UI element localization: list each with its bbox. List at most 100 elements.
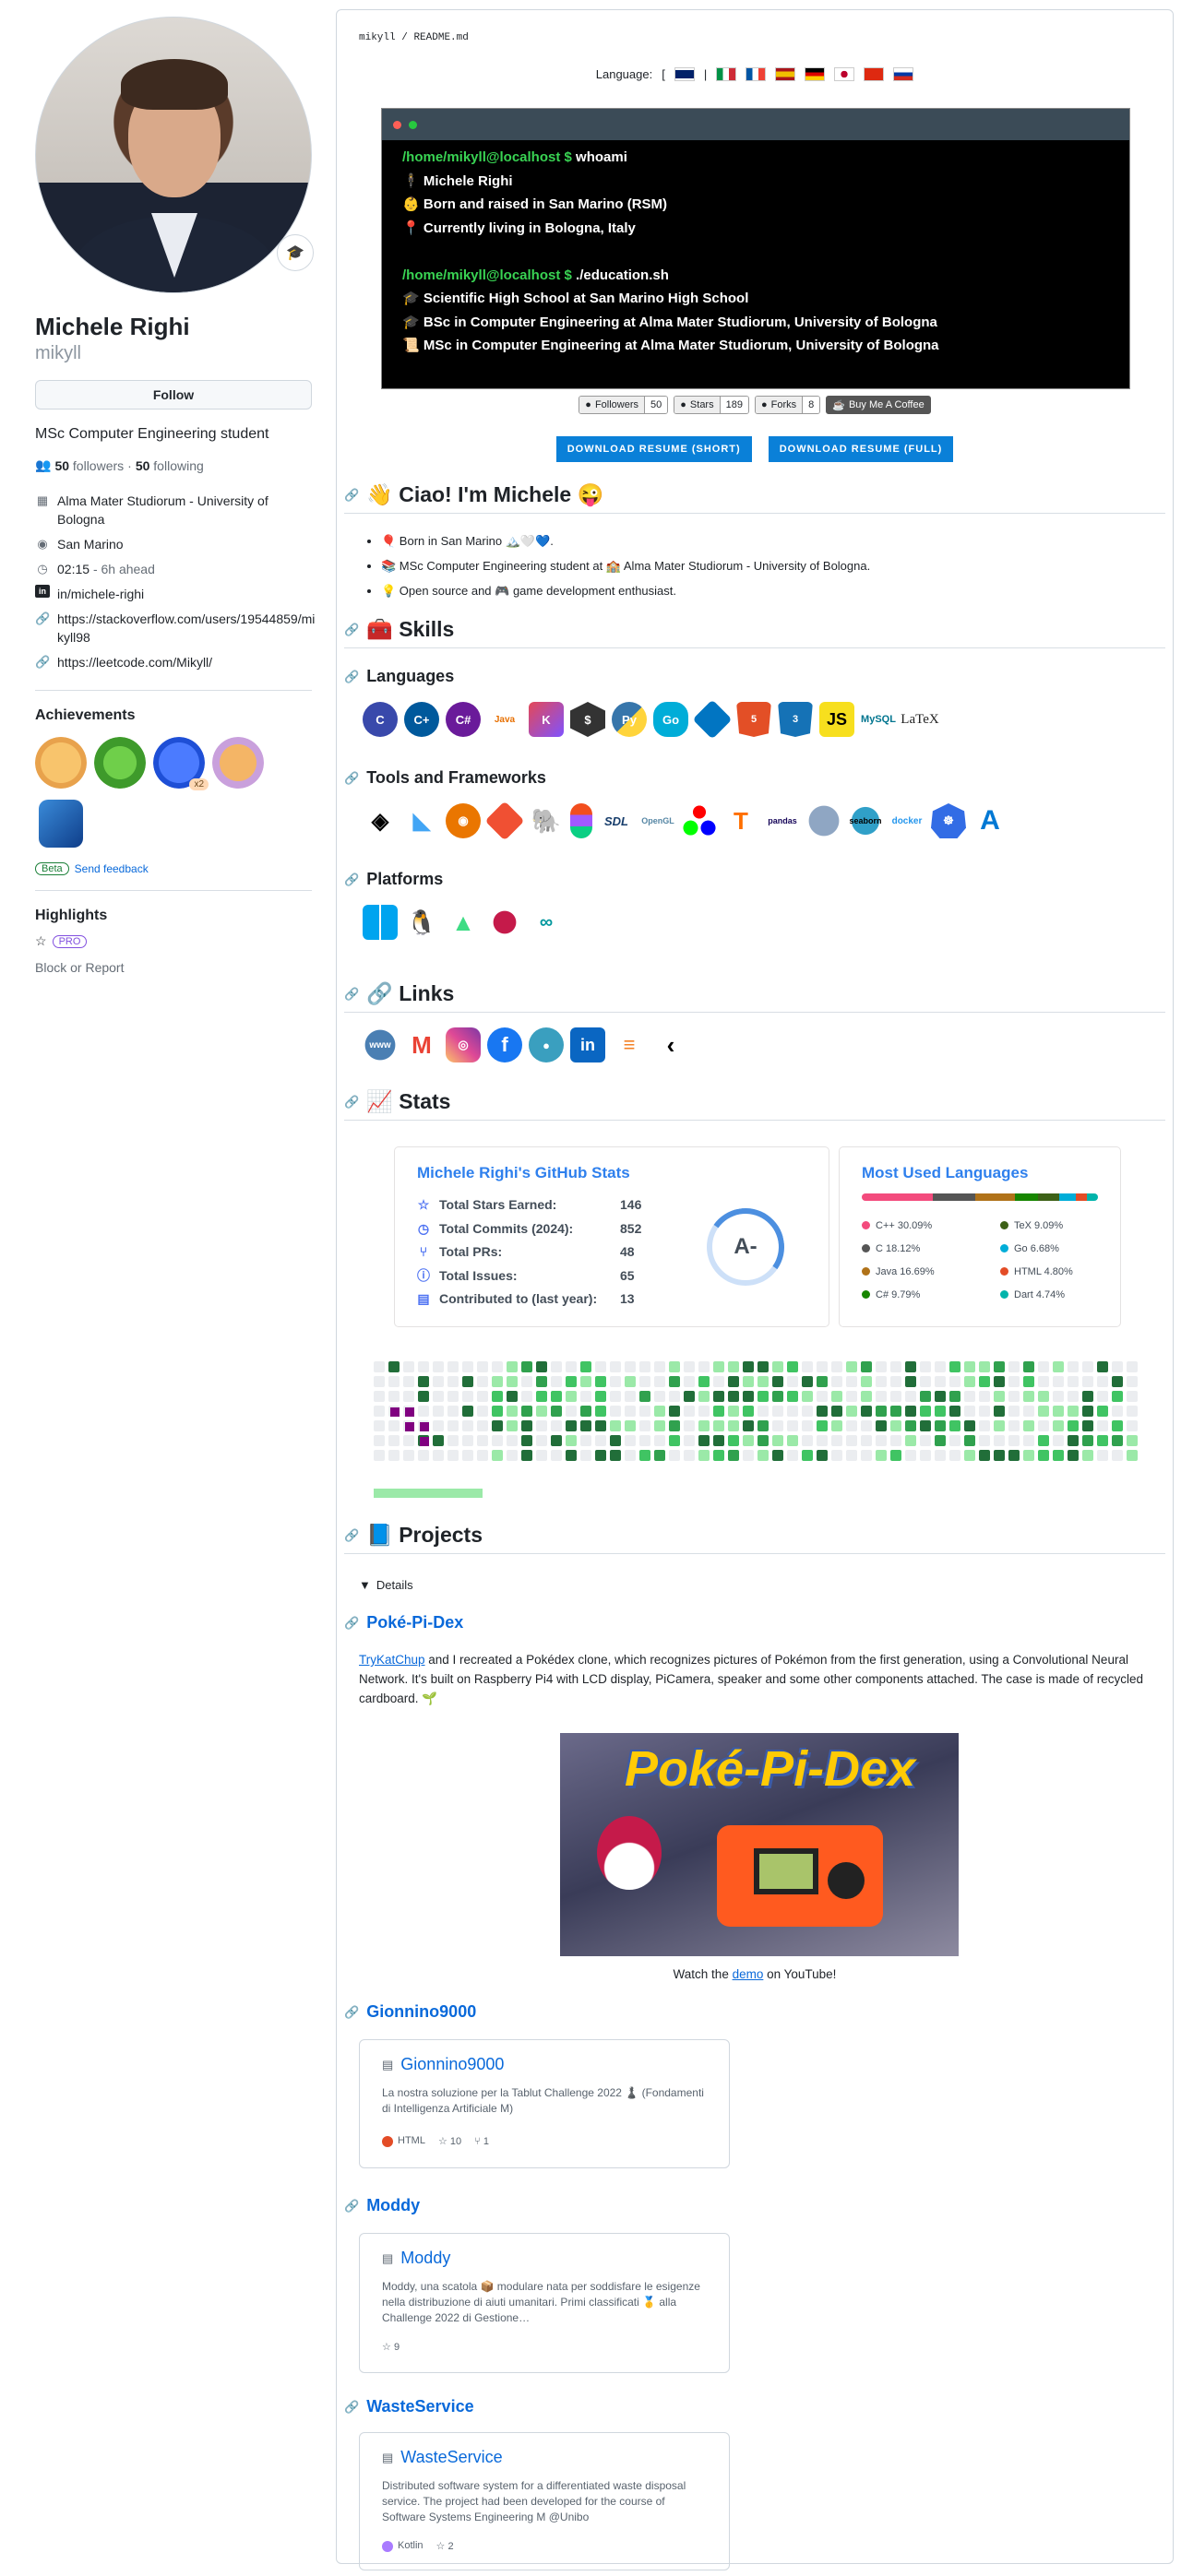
flag-jp-icon[interactable] xyxy=(834,67,855,81)
followers-shield[interactable]: ● Followers 50 xyxy=(579,396,669,414)
anchor-link-icon[interactable]: 🔗 xyxy=(344,1528,359,1543)
achievement-badge-arctic[interactable] xyxy=(39,800,83,848)
contribution-cell xyxy=(920,1406,931,1417)
instagram-icon[interactable]: ◎ xyxy=(446,1027,481,1062)
tensorflow-icon: T xyxy=(723,803,758,838)
anchor-link-icon[interactable]: 🔗 xyxy=(344,1095,359,1110)
tools-icons: ◈ ◣ ◉ 🐘 SDL OpenGL T pandas seaborn dock… xyxy=(363,801,1008,841)
contribution-cell xyxy=(1082,1420,1093,1431)
repo-name[interactable]: Gionnino9000 xyxy=(400,2055,504,2074)
contribution-cell xyxy=(1008,1450,1020,1461)
anchor-link-icon[interactable]: 🔗 xyxy=(344,2400,359,2415)
repo-icon: ▤ xyxy=(382,2057,394,2071)
achievement-badge-starstruck[interactable]: x2 xyxy=(153,737,209,790)
buy-me-a-coffee-shield[interactable]: ☕ Buy Me A Coffee xyxy=(826,396,931,414)
contribution-cell xyxy=(639,1435,650,1446)
contribution-cell xyxy=(743,1391,754,1402)
close-dot-icon xyxy=(393,120,401,129)
repo-card-gionnino9000[interactable]: ▤ Gionnino9000 La nostra soluzione per la… xyxy=(359,2039,730,2168)
following-link[interactable]: 50 following xyxy=(136,458,204,473)
forks-shield[interactable]: ● Forks 8 xyxy=(754,396,821,414)
repo-name[interactable]: Moddy xyxy=(400,2249,450,2268)
anchor-link-icon[interactable]: 🔗 xyxy=(344,2199,359,2214)
star-icon: ☆ xyxy=(417,1197,430,1212)
contribution-cell xyxy=(610,1391,621,1402)
contribution-cell xyxy=(979,1361,990,1372)
linkedin-link-icon[interactable]: in xyxy=(570,1027,605,1062)
terminal-output: /home/mikyll@localhost $ whoami 🕴 Michel… xyxy=(402,149,939,353)
css3-icon: 3 xyxy=(778,702,813,737)
facebook-icon[interactable]: f xyxy=(487,1027,522,1062)
contribution-cell xyxy=(1112,1420,1123,1431)
dart-icon xyxy=(692,699,733,740)
download-resume-full-button[interactable]: DOWNLOAD RESUME (FULL) xyxy=(768,436,954,462)
pandas-icon: pandas xyxy=(765,803,800,838)
contribution-cell xyxy=(447,1406,459,1417)
contribution-cell xyxy=(831,1420,842,1431)
followers-link[interactable]: 50 followers xyxy=(54,458,124,473)
achievement-badge-yolo[interactable] xyxy=(212,737,264,789)
contribution-cell xyxy=(551,1406,562,1417)
flag-es-icon[interactable] xyxy=(775,67,796,81)
contribution-cell xyxy=(418,1406,429,1417)
vcard-link-leetcode[interactable]: 🔗 https://leetcode.com/Mikyll/ xyxy=(35,653,316,671)
anchor-link-icon[interactable]: 🔗 xyxy=(344,987,359,1002)
stars-shield[interactable]: ● Stars 189 xyxy=(674,396,749,414)
contribution-cell xyxy=(905,1361,916,1372)
anchor-link-icon[interactable]: 🔗 xyxy=(344,2005,359,2020)
contribution-cell xyxy=(787,1435,798,1446)
flag-uk-icon[interactable] xyxy=(674,67,695,81)
follow-button[interactable]: Follow xyxy=(35,380,312,410)
download-resume-short-button[interactable]: DOWNLOAD RESUME (SHORT) xyxy=(555,436,752,462)
legend-item: Go 6.68% xyxy=(1000,1237,1102,1260)
profile-sidebar: 🎓 Michele Righi mikyll Follow MSc Comput… xyxy=(35,17,316,975)
repo-card-wasteservice[interactable]: ▤ WasteService Distributed software syste… xyxy=(359,2432,730,2570)
anchor-link-icon[interactable]: 🔗 xyxy=(344,873,359,887)
status-emoji[interactable]: 🎓 xyxy=(277,234,314,271)
vcard-link-stackoverflow[interactable]: 🔗 https://stackoverflow.com/users/1954485… xyxy=(35,610,316,647)
language-icons: C C+ C# Java K $ Py Go 5 3 JS MySQL LaTe… xyxy=(363,699,939,740)
contribution-cell xyxy=(1127,1435,1138,1446)
flag-ru-icon[interactable] xyxy=(893,67,914,81)
demo-link[interactable]: demo xyxy=(733,1967,764,1981)
flag-fr-icon[interactable] xyxy=(746,67,767,81)
flag-de-icon[interactable] xyxy=(805,67,826,81)
flag-it-icon[interactable] xyxy=(716,67,737,81)
anchor-link-icon[interactable]: 🔗 xyxy=(344,623,359,637)
most-used-languages-card[interactable]: Most Used Languages C++ 30.09% TeX 9.09%… xyxy=(839,1146,1121,1327)
github-icon[interactable]: ● xyxy=(529,1027,564,1062)
anchor-link-icon[interactable]: 🔗 xyxy=(344,771,359,786)
website-icon[interactable]: www xyxy=(363,1027,398,1062)
breadcrumb-user[interactable]: mikyll xyxy=(359,32,396,43)
stackoverflow-icon[interactable]: ≡ xyxy=(612,1027,647,1062)
contribution-cell xyxy=(1068,1376,1079,1387)
anchor-link-icon[interactable]: 🔗 xyxy=(344,1616,359,1631)
anchor-link-icon[interactable]: 🔗 xyxy=(344,488,359,503)
repo-name[interactable]: WasteService xyxy=(400,2448,502,2467)
flag-cn-icon[interactable] xyxy=(864,67,885,81)
achievement-badge-pair-extraordinaire[interactable] xyxy=(94,737,146,789)
anchor-link-icon[interactable]: 🔗 xyxy=(344,670,359,684)
contribution-cell xyxy=(669,1420,680,1431)
contribution-cell xyxy=(433,1376,444,1387)
contribution-cell xyxy=(610,1420,621,1431)
achievement-badge-quickdraw[interactable] xyxy=(35,737,87,789)
gmail-icon[interactable]: M xyxy=(404,1027,439,1062)
details-toggle[interactable]: ▼ Details xyxy=(359,1578,413,1592)
block-report-link[interactable]: Block or Report xyxy=(35,960,316,975)
pokedex-video-thumbnail[interactable]: Poké-Pi-Dex xyxy=(560,1733,959,1956)
leetcode-icon[interactable]: ‹ xyxy=(653,1027,688,1062)
contribution-cell xyxy=(758,1420,769,1431)
contribution-cell xyxy=(521,1361,532,1372)
github-stats-card[interactable]: Michele Righi's GitHub Stats ☆ Total Star… xyxy=(394,1146,829,1327)
trykatchup-link[interactable]: TryKatChup xyxy=(359,1653,425,1667)
contribution-cell xyxy=(758,1376,769,1387)
contribution-cell xyxy=(831,1406,842,1417)
avatar[interactable] xyxy=(35,17,312,293)
achievements-title[interactable]: Achievements xyxy=(35,707,316,724)
vcard-linkedin[interactable]: in in/michele-righi xyxy=(35,585,316,603)
send-feedback-link[interactable]: Send feedback xyxy=(75,862,149,875)
contribution-cell xyxy=(1097,1376,1108,1387)
repo-card-moddy[interactable]: ▤ Moddy Moddy, una scatola 📦 modulare nat… xyxy=(359,2233,730,2373)
contribution-cell xyxy=(507,1406,518,1417)
